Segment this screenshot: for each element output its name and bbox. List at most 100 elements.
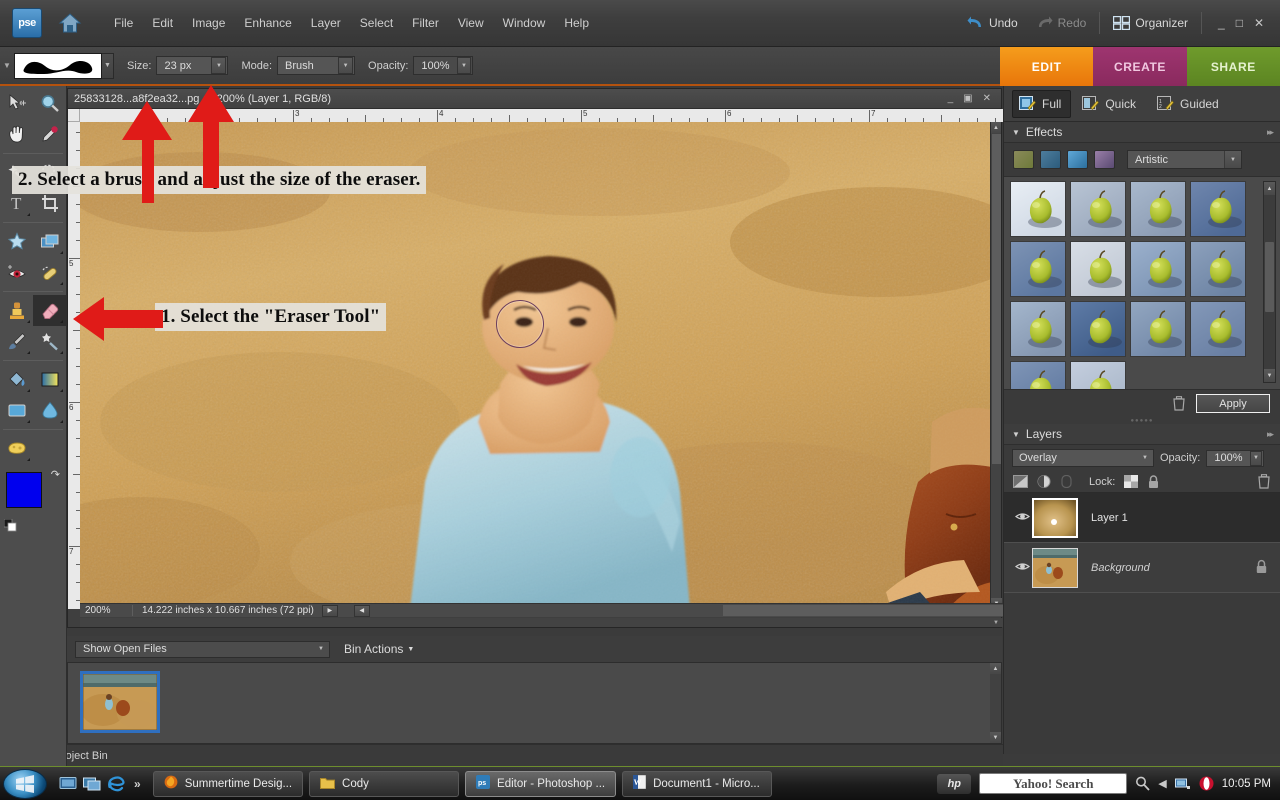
tab-edit[interactable]: EDIT [1000,47,1094,86]
doc-close-button[interactable]: ✕ [983,93,991,104]
brush-preview[interactable] [14,52,102,79]
chevron-down-icon[interactable]: ▼ [1249,450,1263,466]
new-layer-icon[interactable] [1013,475,1028,488]
effect-thumbnail[interactable] [1130,241,1186,297]
scroll-up-icon[interactable]: ▲ [990,663,1001,674]
layer-opacity-input[interactable]: 100% ▼ [1206,449,1265,467]
apply-button[interactable]: Apply [1196,394,1270,413]
maximize-button[interactable]: □ [1236,16,1243,30]
chevron-down-icon[interactable]: ▼ [211,57,227,74]
edit-mode-full[interactable]: Full [1012,89,1072,118]
hide-project-bin-button[interactable]: ▼ Hide Project Bin [0,744,1003,766]
effect-thumbnail[interactable] [1070,181,1126,237]
effect-thumbnail[interactable] [1010,181,1066,237]
hand-tool[interactable] [0,119,33,150]
taskbar-item[interactable]: W Document1 - Micro... [622,770,773,797]
scrollbar-thumb[interactable] [992,134,1001,464]
project-bin-thumbnail[interactable] [80,671,160,733]
layer-row[interactable]: Background [1004,543,1280,593]
doc-restore-button[interactable]: ▣ [963,93,972,104]
effect-thumbnail[interactable] [1010,241,1066,297]
switch-windows-icon[interactable] [83,775,101,793]
trash-icon[interactable] [1172,396,1186,411]
smart-brush-tool[interactable] [33,326,66,357]
scrollbar-thumb[interactable] [1265,242,1274,312]
effect-thumbnail[interactable] [1130,301,1186,357]
collapse-triangle-icon[interactable]: ▼ [1012,430,1020,439]
bin-scrollbar[interactable]: ▲ ▼ [990,663,1001,743]
layer-visibility-icon[interactable] [1012,561,1032,575]
layer-row[interactable]: Layer 1 [1004,493,1280,543]
eraser-mode-select[interactable]: Brush ▼ [277,56,356,75]
effect-thumbnail[interactable] [1010,301,1066,357]
effects-scrollbar[interactable]: ▲ ▼ [1263,181,1276,383]
swap-colors-icon[interactable]: ↷ [51,468,60,481]
opacity-input[interactable]: 100% ▼ [413,56,474,75]
color-swatches[interactable]: ↷ [4,469,60,532]
organizer-button[interactable]: Organizer [1104,12,1197,34]
layer-styles-icon[interactable] [1040,150,1061,169]
layer-thumbnail[interactable] [1032,497,1078,538]
scroll-up-icon[interactable]: ▲ [991,122,1001,133]
menu-image[interactable]: Image [184,12,233,34]
taskbar-item[interactable]: Cody [309,770,460,797]
blur-tool[interactable] [33,395,66,426]
home-icon[interactable] [56,9,84,37]
layer-visibility-icon[interactable] [1012,511,1032,525]
paint-bucket-tool[interactable] [0,364,33,395]
minimize-button[interactable]: _ [1218,16,1225,30]
menu-help[interactable]: Help [556,12,597,34]
document-resize-grip[interactable]: ▼ [80,618,1003,627]
search-icon[interactable] [1135,776,1150,791]
menu-layer[interactable]: Layer [303,12,349,34]
effect-thumbnail[interactable] [1070,241,1126,297]
filters-icon[interactable] [1013,150,1034,169]
effects-category-select[interactable]: Artistic ▼ [1127,150,1242,169]
lock-transparency-icon[interactable] [1124,475,1139,488]
edit-mode-quick[interactable]: Quick [1075,90,1146,118]
start-button[interactable] [3,768,47,799]
layers-panel-header[interactable]: ▼ Layers ▸▸ [1004,424,1280,445]
foreground-color-swatch[interactable] [6,472,42,508]
bin-actions-menu[interactable]: Bin Actions ▼ [344,642,414,656]
options-expand-icon[interactable]: ▼ [0,61,14,70]
edit-mode-guided[interactable]: 1 2 Guided [1150,90,1229,118]
effect-thumbnail[interactable] [1070,301,1126,357]
blend-mode-select[interactable]: Overlay ▼ [1012,449,1154,467]
straighten-tool[interactable] [33,226,66,257]
chevron-down-icon[interactable]: ▼ [338,57,354,74]
menu-view[interactable]: View [450,12,492,34]
clone-stamp-tool[interactable] [0,295,33,326]
move-tool[interactable] [0,88,33,119]
brush-tool[interactable] [0,326,33,357]
tab-create[interactable]: CREATE [1093,47,1187,86]
doc-minimize-button[interactable]: _ [948,93,954,104]
status-expand-icon[interactable]: ▶ [321,604,338,617]
photo-effects-icon[interactable] [1067,150,1088,169]
taskbar-item[interactable]: Summertime Desig... [152,770,304,797]
cookie-cutter-tool[interactable] [0,226,33,257]
menu-enhance[interactable]: Enhance [236,12,299,34]
eraser-tool[interactable] [33,295,66,326]
chevron-down-icon[interactable]: ▼ [1224,151,1241,168]
brush-size-input[interactable]: 23 px ▼ [156,56,229,75]
delete-layer-icon[interactable] [1257,474,1271,489]
sponge-tool[interactable] [0,433,33,464]
zoom-tool[interactable] [33,88,66,119]
opera-icon[interactable] [1199,776,1214,791]
chevron-down-icon[interactable]: ▼ [456,57,472,74]
effects-panel-header[interactable]: ▼ Effects ▸▸ [1004,122,1280,143]
adjustment-layer-icon[interactable] [1037,475,1052,488]
eyedropper-tool[interactable] [33,119,66,150]
chevron-down-icon[interactable]: ▼ [313,642,329,657]
taskbar-item[interactable]: ps Editor - Photoshop ... [465,770,617,797]
show-desktop-icon[interactable] [59,775,77,793]
default-colors-icon[interactable] [4,519,17,532]
show-all-fx-icon[interactable] [1094,150,1115,169]
healing-brush-tool[interactable] [33,257,66,288]
tray-expand-icon[interactable]: ◀ [1158,777,1166,790]
menu-file[interactable]: File [106,12,141,34]
bin-filter-select[interactable]: Show Open Files ▼ [75,640,330,658]
effect-thumbnail[interactable] [1190,241,1246,297]
undo-button[interactable]: Undo [958,12,1027,34]
